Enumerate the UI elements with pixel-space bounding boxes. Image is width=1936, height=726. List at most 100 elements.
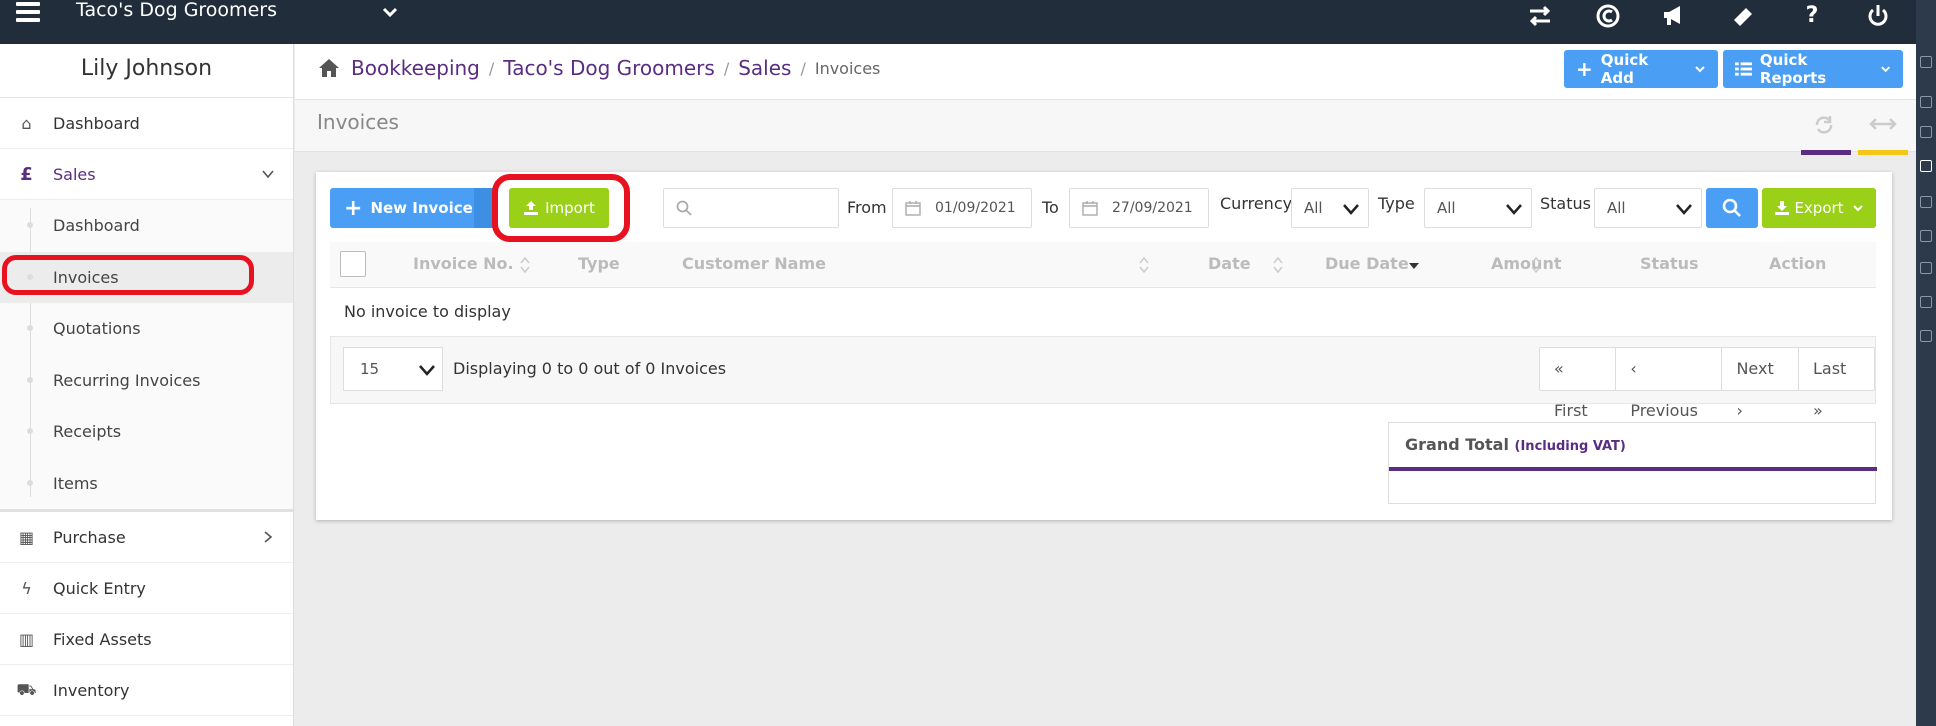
sidebar-subitem-recurring-invoices[interactable]: Recurring Invoices [0, 355, 293, 407]
first-page-button[interactable]: « First [1540, 348, 1615, 420]
export-button[interactable]: Export [1762, 188, 1876, 228]
qr-grid-icon: ▦ [18, 527, 35, 547]
breadcrumb: Bookkeeping / Taco's Dog Groomers / Sale… [317, 56, 880, 80]
chevron-down-icon [262, 170, 274, 179]
status-select[interactable]: All [1594, 188, 1702, 228]
type-label: Type [1378, 194, 1415, 213]
company-name[interactable]: Taco's Dog Groomers [76, 0, 277, 21]
expand-horizontal-icon[interactable] [1869, 116, 1897, 132]
sidebar-item-label: Sales [53, 164, 96, 184]
sort-icon[interactable] [1272, 255, 1284, 275]
sidebar-item-label: Dashboard [53, 113, 140, 133]
help-icon[interactable]: ? [1798, 2, 1826, 30]
table-footer: 15 Displaying 0 to 0 out of 0 Invoices «… [330, 336, 1876, 420]
from-label: From [847, 198, 887, 217]
sort-icon[interactable] [1138, 255, 1150, 275]
download-icon [1775, 201, 1790, 215]
megaphone-icon[interactable] [1660, 2, 1688, 30]
sidebar-subitem-dashboard[interactable]: Dashboard [0, 200, 293, 252]
lightning-icon: ϟ [21, 578, 32, 598]
currency-icon[interactable] [1594, 2, 1622, 30]
page-title-bar: Invoices [295, 100, 1916, 155]
column-header-status[interactable]: Status [1640, 254, 1699, 273]
sidebar-subitem-items[interactable]: Items [0, 458, 293, 510]
chevron-down-icon [1506, 204, 1522, 215]
breadcrumb-link[interactable]: Taco's Dog Groomers [503, 56, 715, 80]
column-header-invoice-no[interactable]: Invoice No. [413, 254, 514, 273]
hamburger-menu-icon[interactable] [16, 2, 40, 22]
quick-reports-button[interactable]: Quick Reports [1723, 50, 1903, 88]
home-icon[interactable] [317, 57, 341, 79]
currency-label: Currency [1220, 194, 1293, 213]
user-name: Lily Johnson [0, 44, 293, 98]
pagination: « First ‹ Previous Next › Last » [1539, 347, 1875, 420]
column-header-customer-name[interactable]: Customer Name [682, 254, 826, 273]
breadcrumb-link[interactable]: Sales [738, 56, 791, 80]
currency-select[interactable]: All [1291, 188, 1369, 228]
column-header-type[interactable]: Type [578, 254, 620, 273]
sales-submenu: Dashboard Invoices Quotations Recurring … [0, 200, 293, 512]
sort-desc-icon[interactable] [1408, 255, 1420, 275]
building-icon: ▥ [18, 629, 35, 649]
column-header-date[interactable]: Date [1208, 254, 1251, 273]
to-label: To [1042, 198, 1059, 217]
breadcrumb-current: Invoices [814, 58, 881, 78]
type-select[interactable]: All [1424, 188, 1532, 228]
calendar-icon [1082, 201, 1098, 216]
to-date-input[interactable]: 27/09/2021 [1069, 188, 1209, 228]
power-icon[interactable] [1864, 2, 1892, 30]
select-all-checkbox[interactable] [340, 251, 366, 277]
search-icon [1722, 198, 1741, 217]
switch-arrows-icon[interactable] [1526, 2, 1554, 30]
search-button[interactable] [1706, 188, 1758, 228]
sidebar-subitem-quotations[interactable]: Quotations [0, 303, 293, 355]
strip-icon[interactable] [1920, 126, 1932, 138]
plus-icon: + [344, 195, 363, 221]
chevron-down-icon [419, 365, 435, 376]
breadcrumb-link[interactable]: Bookkeeping [351, 56, 480, 80]
sidebar-item-label: Quick Entry [53, 578, 146, 598]
chevron-right-icon [264, 531, 273, 543]
quick-add-button[interactable]: + Quick Add [1564, 50, 1718, 88]
strip-icon[interactable] [1920, 230, 1932, 242]
sidebar-item-label: Purchase [53, 527, 126, 547]
sort-icon[interactable] [1530, 255, 1542, 275]
sidebar-item-fixed-assets[interactable]: ▥ Fixed Assets [0, 614, 293, 665]
page-size-select[interactable]: 15 [343, 347, 443, 391]
sidebar-item-sales[interactable]: £ Sales [0, 149, 293, 200]
pound-icon: £ [20, 163, 33, 185]
strip-icon[interactable] [1920, 296, 1932, 308]
column-header-amount[interactable]: Amount [1491, 254, 1561, 273]
calendar-icon [905, 201, 921, 216]
chevron-down-icon[interactable] [380, 2, 400, 22]
grand-total-box: Grand Total (Including VAT) [1388, 422, 1877, 504]
sort-icon[interactable] [519, 255, 531, 275]
strip-icon[interactable] [1920, 96, 1932, 108]
new-invoice-button[interactable]: + New Invoice [330, 188, 498, 228]
ticket-icon[interactable] [1728, 2, 1756, 30]
sidebar-subitem-receipts[interactable]: Receipts [0, 406, 293, 458]
sidebar-item-quick-entry[interactable]: ϟ Quick Entry [0, 563, 293, 614]
pagination-summary: Displaying 0 to 0 out of 0 Invoices [453, 359, 727, 378]
sidebar-item-dashboard[interactable]: ⌂ Dashboard [0, 98, 293, 149]
strip-icon[interactable] [1920, 160, 1932, 172]
search-icon [676, 200, 692, 216]
next-page-button[interactable]: Next › [1721, 348, 1798, 420]
sidebar: Lily Johnson ⌂ Dashboard £ Sales Dashboa… [0, 44, 294, 726]
strip-icon[interactable] [1920, 262, 1932, 274]
status-label: Status [1540, 194, 1591, 213]
plus-icon: + [1576, 57, 1593, 81]
strip-icon[interactable] [1920, 56, 1932, 68]
sidebar-item-inventory[interactable]: ⛟ Inventory [0, 665, 293, 716]
from-date-input[interactable]: 01/09/2021 [892, 188, 1032, 228]
column-header-due-date[interactable]: Due Date [1325, 254, 1409, 273]
previous-page-button[interactable]: ‹ Previous [1615, 348, 1721, 420]
last-page-button[interactable]: Last » [1798, 348, 1874, 420]
refresh-icon[interactable] [1813, 114, 1835, 136]
strip-icon[interactable] [1920, 196, 1932, 208]
strip-icon[interactable] [1920, 330, 1932, 342]
chevron-down-icon [1852, 205, 1863, 212]
grand-total-label: Grand Total (Including VAT) [1405, 435, 1626, 454]
sidebar-item-purchase[interactable]: ▦ Purchase [0, 512, 293, 563]
search-input[interactable] [663, 188, 839, 228]
